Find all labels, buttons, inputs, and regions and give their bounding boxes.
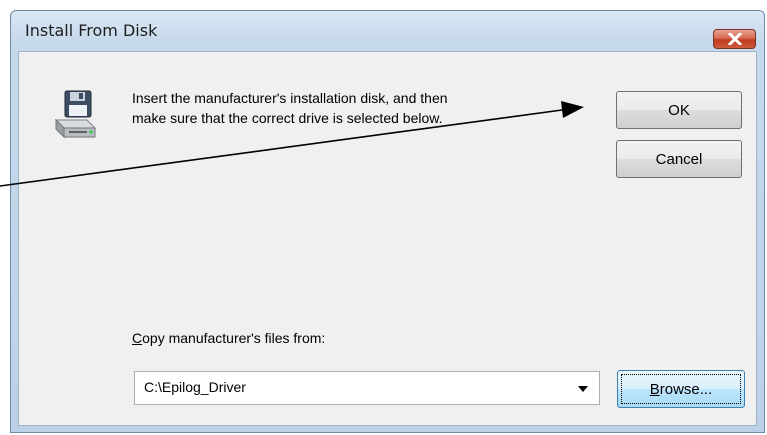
ok-button[interactable]: OK xyxy=(616,91,742,129)
dialog-body: Insert the manufacturer's installation d… xyxy=(18,51,757,426)
copy-from-label-accesskey: C xyxy=(132,330,143,346)
copy-from-path-value: C:\Epilog_Driver xyxy=(144,379,246,395)
close-button[interactable] xyxy=(713,29,756,49)
copy-from-path-combobox[interactable]: C:\Epilog_Driver xyxy=(134,371,600,405)
floppy-disk-drive-icon xyxy=(54,90,97,139)
browse-button-accesskey: B xyxy=(649,380,660,398)
browse-button-label: rowse... xyxy=(659,380,713,398)
cancel-button[interactable]: Cancel xyxy=(616,140,742,178)
install-from-disk-dialog: Install From Disk Insert the manufacture… xyxy=(10,10,765,433)
instruction-text: Insert the manufacturer's installation d… xyxy=(132,88,582,128)
dropdown-arrow-icon[interactable] xyxy=(578,386,588,392)
instruction-line-2: make sure that the correct drive is sele… xyxy=(132,110,443,126)
title-bar[interactable]: Install From Disk xyxy=(11,11,764,51)
copy-from-label-text: opy manufacturer's files from: xyxy=(142,330,326,346)
close-icon xyxy=(728,33,742,45)
browse-button[interactable]: Browse... xyxy=(617,370,745,408)
window-title: Install From Disk xyxy=(25,21,158,40)
copy-from-label: Copy manufacturer's files from: xyxy=(132,330,325,346)
instruction-line-1: Insert the manufacturer's installation d… xyxy=(132,90,448,106)
browse-button-focus-rect: Browse... xyxy=(621,374,741,404)
